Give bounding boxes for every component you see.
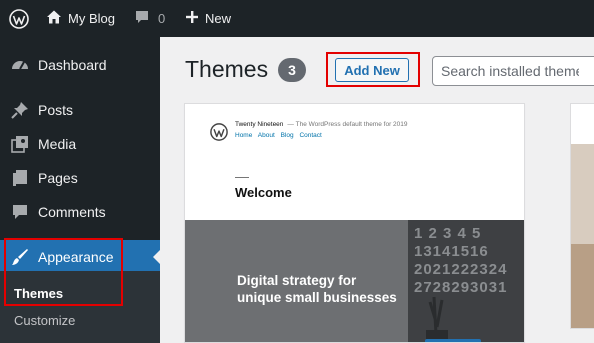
theme-nav: Home About Blog Contact [235,132,326,139]
new-content-link[interactable]: New [185,0,231,37]
theme-site-name: Twenty Nineteen [235,121,284,128]
site-name-label: My Blog [68,11,115,26]
theme-2-screenshot-bottom [571,244,594,328]
sidebar-item-comments[interactable]: Comments [0,195,160,229]
comment-bubble-icon [134,9,150,28]
svg-text:2021222324: 2021222324 [414,261,507,278]
theme-2-screenshot-mid [571,144,594,244]
admin-bar: My Blog 0 New [0,0,594,37]
submenu-item-customize[interactable]: Customize [14,313,75,328]
sidebar-item-label: Posts [38,102,74,118]
theme-card-2[interactable] [570,103,594,329]
hero-line-1: Digital strategy for [237,273,357,288]
sidebar-item-label: Media [38,136,77,152]
comments-count: 0 [158,11,166,26]
pin-icon [10,100,30,120]
dashboard-icon [10,55,30,75]
theme-nav-item: Home [235,132,253,139]
pages-icon [10,168,30,188]
theme-site-title: Twenty Nineteen — The WordPress default t… [235,121,408,128]
sidebar-item-dashboard[interactable]: Dashboard [0,48,160,82]
theme-nav-item: Contact [299,132,322,139]
theme-heading: Welcome [235,185,292,200]
search-input[interactable] [432,56,594,86]
comments-link[interactable]: 0 [134,0,165,37]
site-name-link[interactable]: My Blog [46,0,115,37]
theme-card[interactable]: Twenty Nineteen — The WordPress default t… [184,103,525,343]
theme-tagline: — The WordPress default theme for 2019 [287,121,408,128]
sidebar-item-pages[interactable]: Pages [0,161,160,195]
hero-line-2: unique small businesses [237,290,397,305]
theme-count-badge: 3 [278,58,306,82]
home-icon [46,9,62,28]
current-menu-arrow [153,249,161,265]
plus-icon [185,10,199,27]
theme-hero-text: Digital strategy for unique small busine… [237,272,397,306]
theme-action-button[interactable] [425,339,481,342]
comment-icon [10,202,30,222]
sidebar-item-media[interactable]: Media [0,127,160,161]
wordpress-logo-icon[interactable] [9,0,29,37]
theme-hero-calendar: 1 2 3 4 5 13141516 2021222324 2728293031 [412,222,524,342]
media-icon [10,134,30,154]
theme-rule [235,177,249,178]
sidebar-item-label: Dashboard [38,57,107,73]
add-new-highlight-box [326,52,420,87]
theme-nav-item: About [257,132,275,139]
new-label: New [205,11,232,26]
page-title: Themes [185,56,269,82]
wordpress-logo-icon [210,123,228,141]
appearance-highlight-box [4,238,123,306]
sidebar-item-label: Pages [38,170,78,186]
theme-2-screenshot-top [571,104,594,144]
theme-nav-item: Blog [280,132,294,139]
svg-text:1 2 3 4 5: 1 2 3 4 5 [414,225,481,242]
sidebar-item-label: Comments [38,204,106,220]
svg-text:2728293031: 2728293031 [414,279,507,296]
sidebar-item-posts[interactable]: Posts [0,93,160,127]
svg-text:13141516: 13141516 [414,243,489,260]
theme-screenshot-top: Twenty Nineteen — The WordPress default t… [185,104,524,220]
